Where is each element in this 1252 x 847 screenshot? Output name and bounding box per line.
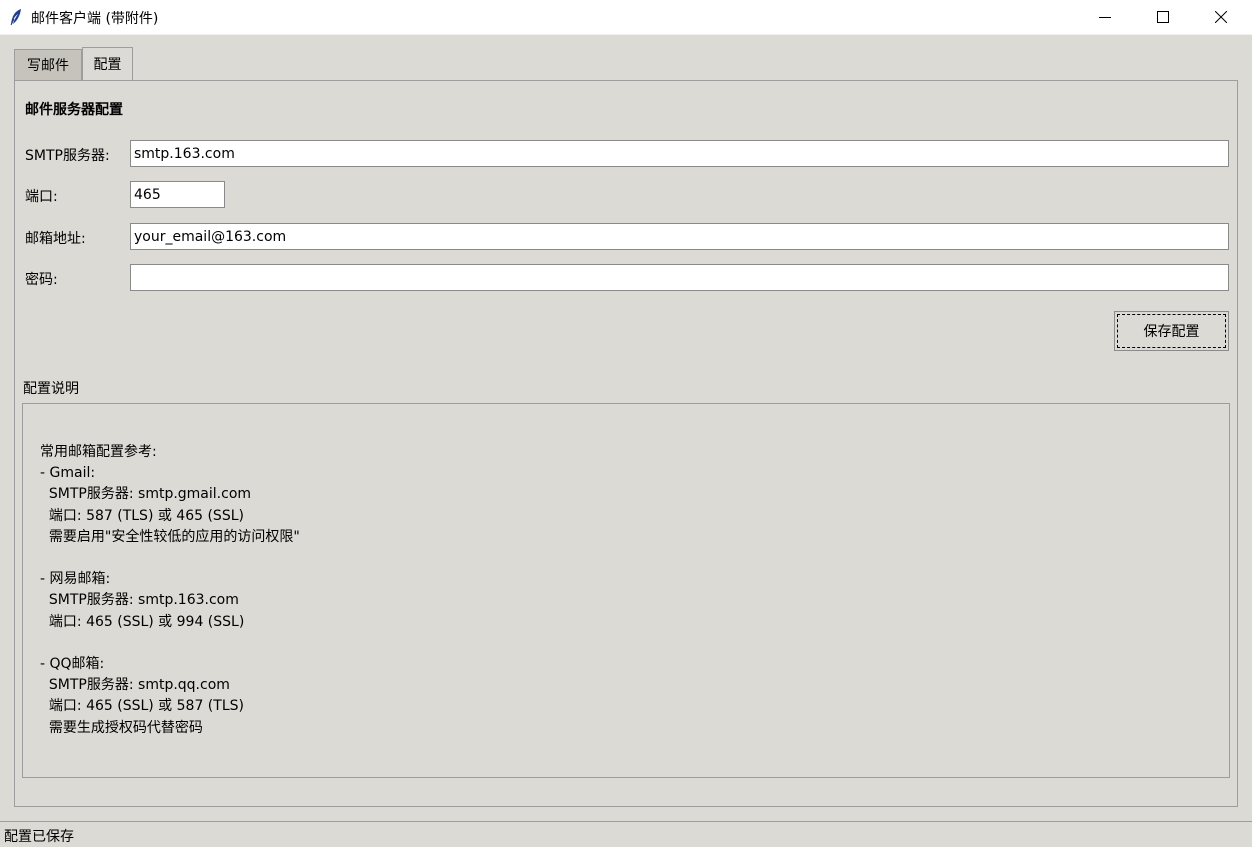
smtp-server-input[interactable] (130, 140, 1229, 167)
section-title: 邮件服务器配置 (25, 102, 123, 118)
port-input[interactable] (130, 181, 225, 208)
password-label: 密码: (25, 272, 58, 288)
maximize-icon (1157, 11, 1169, 23)
minimize-icon (1099, 17, 1111, 18)
tab-config[interactable]: 配置 (82, 47, 133, 80)
password-input[interactable] (130, 264, 1229, 291)
title-bar: 邮件客户端 (带附件) (0, 0, 1252, 35)
email-input[interactable] (130, 223, 1229, 250)
maximize-button[interactable] (1134, 0, 1192, 34)
status-bar: 配置已保存 (0, 821, 1252, 847)
email-label: 邮箱地址: (25, 231, 86, 247)
status-text: 配置已保存 (4, 829, 74, 845)
smtp-label: SMTP服务器: (25, 148, 110, 164)
feather-icon (9, 8, 23, 26)
close-button[interactable] (1192, 0, 1250, 34)
minimize-button[interactable] (1076, 0, 1134, 34)
tab-compose[interactable]: 写邮件 (14, 49, 82, 80)
window-title: 邮件客户端 (带附件) (31, 11, 159, 27)
port-label: 端口: (25, 189, 58, 205)
save-config-label: 保存配置 (1117, 314, 1226, 348)
save-config-button[interactable]: 保存配置 (1114, 311, 1229, 351)
close-icon (1215, 11, 1227, 23)
help-text: 常用邮箱配置参考: - Gmail: SMTP服务器: smtp.gmail.c… (40, 444, 300, 736)
help-group-label: 配置说明 (23, 381, 79, 397)
